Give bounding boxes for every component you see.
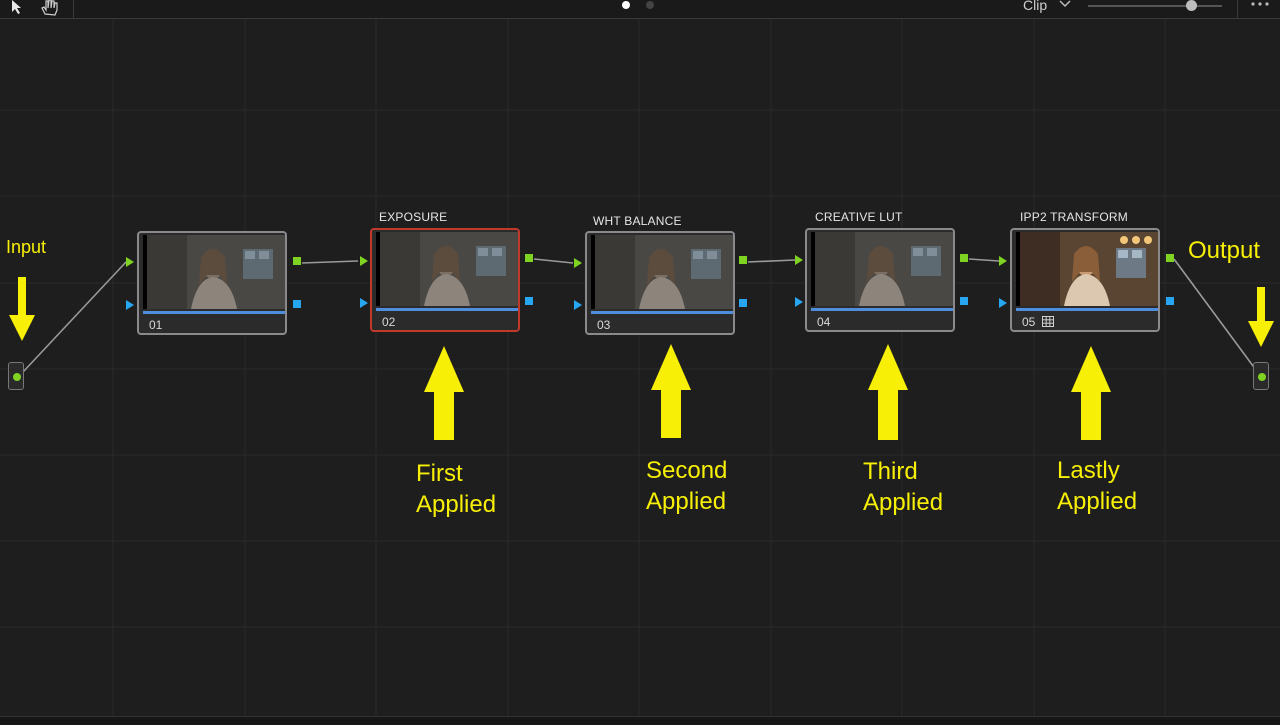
node-number: 04: [817, 315, 831, 329]
node-04-alpha-input[interactable]: [795, 297, 803, 307]
node-01[interactable]: 01: [137, 231, 287, 335]
node-02-alpha-output[interactable]: [525, 297, 533, 305]
arrow-up-icon: [424, 346, 464, 440]
node-thumbnail: [591, 235, 733, 309]
node-01-alpha-output[interactable]: [293, 300, 301, 308]
node-number: 05: [1022, 315, 1036, 329]
thumbnail-image: [595, 235, 733, 309]
input-annotation: Input: [6, 237, 47, 257]
annotation-second-applied: Second Applied: [646, 457, 728, 515]
node-02-label: EXPOSURE: [379, 210, 448, 224]
node-02-rgb-input[interactable]: [360, 256, 368, 266]
link-input-to-01: [22, 261, 127, 373]
thumbnail-image: [380, 232, 518, 306]
annotation-lastly-applied: Lastly Applied: [1057, 457, 1138, 515]
arrow-up-icon: [868, 344, 908, 440]
node-04-rgb-input[interactable]: [795, 255, 803, 265]
node-number: 01: [149, 318, 163, 332]
node-02[interactable]: 02: [370, 228, 520, 332]
arrow-down-icon: [1248, 287, 1274, 347]
node-03-rgb-output[interactable]: [739, 256, 747, 264]
node-thumbnail: [376, 232, 518, 306]
node-05-alpha-input[interactable]: [999, 298, 1007, 308]
thumbnail-image: [147, 235, 285, 309]
node-01-rgb-input[interactable]: [126, 257, 134, 267]
arrow-up-icon: [651, 344, 691, 438]
input-port[interactable]: [12, 372, 22, 382]
node-thumbnail: [811, 232, 953, 306]
node-05-rgb-output[interactable]: [1166, 254, 1174, 262]
node-03-rgb-input[interactable]: [574, 258, 582, 268]
thumbnail-image: [815, 232, 953, 306]
node-01-alpha-input[interactable]: [126, 300, 134, 310]
arrow-down-icon: [9, 277, 35, 341]
node-status-bar: [376, 308, 518, 311]
node-03-label: WHT BALANCE: [593, 214, 682, 228]
node-number: 03: [597, 318, 611, 332]
node-04-rgb-output[interactable]: [960, 254, 968, 262]
node-02-rgb-output[interactable]: [525, 254, 533, 262]
node-thumbnail: [1016, 232, 1158, 306]
node-01-rgb-output[interactable]: [293, 257, 301, 265]
link-03-to-04: [747, 259, 796, 263]
node-05-alpha-output[interactable]: [1166, 297, 1174, 305]
node-status-bar: [811, 308, 953, 311]
node-05-rgb-input[interactable]: [999, 256, 1007, 266]
input-node[interactable]: [8, 362, 24, 390]
node-03-alpha-input[interactable]: [574, 300, 582, 310]
lut-grid-icon: [1042, 316, 1054, 327]
link-04-to-05: [968, 258, 1000, 262]
node-04[interactable]: 04: [805, 228, 955, 332]
node-02-alpha-input[interactable]: [360, 298, 368, 308]
link-01-to-02: [301, 260, 359, 264]
arrow-up-icon: [1071, 346, 1111, 440]
node-03-alpha-output[interactable]: [739, 299, 747, 307]
node-status-bar: [143, 311, 285, 314]
output-port[interactable]: [1257, 372, 1267, 382]
node-status-bar: [591, 311, 733, 314]
node-05[interactable]: 05: [1010, 228, 1160, 332]
link-02-to-03: [533, 258, 574, 264]
node-05-label: IPP2 TRANSFORM: [1020, 210, 1128, 224]
annotation-first-applied: First Applied: [416, 460, 497, 518]
node-number: 02: [382, 315, 396, 329]
node-03[interactable]: 03: [585, 231, 735, 335]
node-04-alpha-output[interactable]: [960, 297, 968, 305]
output-node[interactable]: [1253, 362, 1269, 390]
output-annotation: Output: [1188, 237, 1261, 264]
link-05-to-output: [1173, 258, 1257, 371]
node-status-bar: [1016, 308, 1158, 311]
thumbnail-image: [1020, 232, 1158, 306]
node-04-label: CREATIVE LUT: [815, 210, 903, 224]
annotation-third-applied: Third Applied: [863, 458, 944, 516]
node-thumbnail: [143, 235, 285, 309]
